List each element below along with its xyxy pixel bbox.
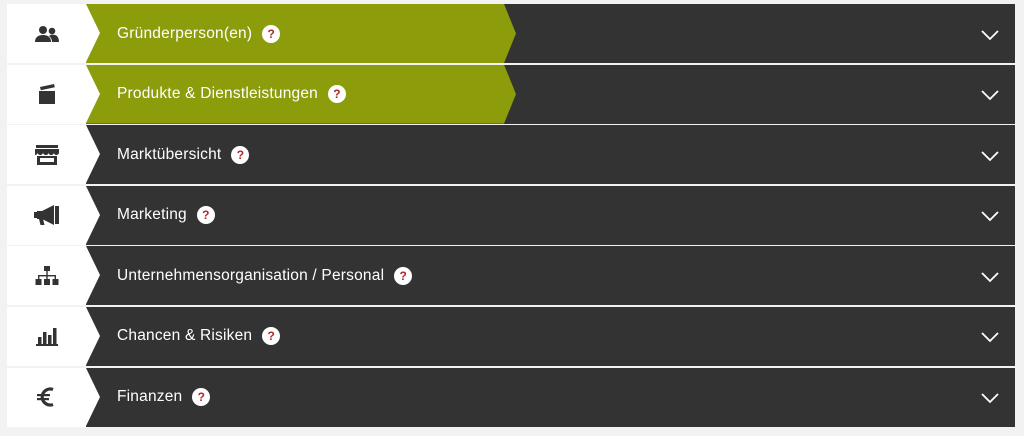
chevron-down-icon[interactable] xyxy=(981,149,999,161)
help-icon[interactable]: ? xyxy=(394,266,413,285)
org-chart-icon xyxy=(35,265,59,286)
users-icon xyxy=(34,25,59,43)
chevron-down-icon[interactable] xyxy=(981,391,999,404)
help-icon[interactable]: ? xyxy=(328,85,346,104)
section-unternehmensorganisation-personal[interactable]: Unternehmensorganisation / Personal ? xyxy=(7,246,1015,306)
section-chancen-risiken[interactable]: Chancen & Risiken ? xyxy=(7,306,1015,366)
section-marktuebersicht[interactable]: Marktübersicht ? xyxy=(7,125,1015,185)
section-title: Marketing xyxy=(117,206,187,224)
chevron-down-icon[interactable] xyxy=(981,330,999,343)
chevron-down-icon[interactable] xyxy=(981,270,999,283)
help-icon[interactable]: ? xyxy=(192,388,211,407)
section-produkte-dienstleistungen[interactable]: Produkte & Dienstleistungen ? xyxy=(7,64,1015,124)
section-title: Finanzen xyxy=(117,388,183,406)
help-icon[interactable]: ? xyxy=(196,206,215,225)
help-icon[interactable]: ? xyxy=(262,327,281,346)
clapperboard-icon xyxy=(38,84,56,105)
help-icon[interactable]: ? xyxy=(231,145,250,164)
section-icon-cell xyxy=(7,306,100,366)
euro-icon xyxy=(36,386,58,408)
section-gruenderpersonen[interactable]: Gründerperson(en) ? xyxy=(7,4,1015,63)
bar-chart-icon xyxy=(35,326,58,347)
section-title: Unternehmensorganisation / Personal xyxy=(117,266,385,284)
storefront-icon xyxy=(34,144,59,165)
section-finanzen[interactable]: Finanzen ? xyxy=(7,367,1015,427)
section-title: Produkte & Dienstleistungen xyxy=(117,85,318,103)
help-icon[interactable]: ? xyxy=(262,24,281,43)
chevron-down-icon[interactable] xyxy=(981,28,999,40)
megaphone-icon xyxy=(33,205,60,226)
section-title: Marktübersicht xyxy=(117,145,222,163)
section-icon-cell xyxy=(7,246,100,306)
business-plan-accordion: Gründerperson(en) ? Produkte & Dienstlei… xyxy=(7,4,1015,428)
section-icon-cell xyxy=(7,64,100,124)
section-icon-cell xyxy=(7,367,100,427)
chevron-down-icon[interactable] xyxy=(981,88,999,101)
section-title: Gründerperson(en) xyxy=(117,24,253,42)
section-marketing[interactable]: Marketing ? xyxy=(7,185,1015,245)
section-title: Chancen & Risiken xyxy=(117,327,253,345)
section-icon-cell xyxy=(7,4,100,63)
chevron-down-icon[interactable] xyxy=(981,209,999,222)
section-icon-cell xyxy=(7,125,100,185)
section-icon-cell xyxy=(7,185,100,245)
